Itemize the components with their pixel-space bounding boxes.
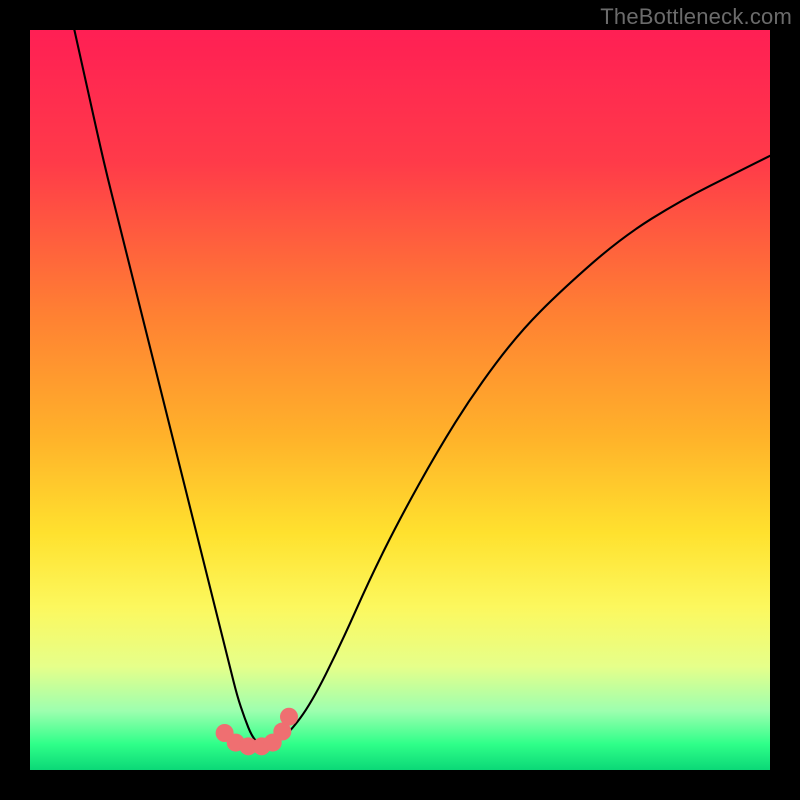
watermark-text: TheBottleneck.com xyxy=(600,4,792,30)
chart-frame: TheBottleneck.com xyxy=(0,0,800,800)
bottleneck-chart xyxy=(30,30,770,770)
gradient-background xyxy=(30,30,770,770)
plot-area xyxy=(30,30,770,770)
marker-bottom-markers xyxy=(280,708,298,726)
